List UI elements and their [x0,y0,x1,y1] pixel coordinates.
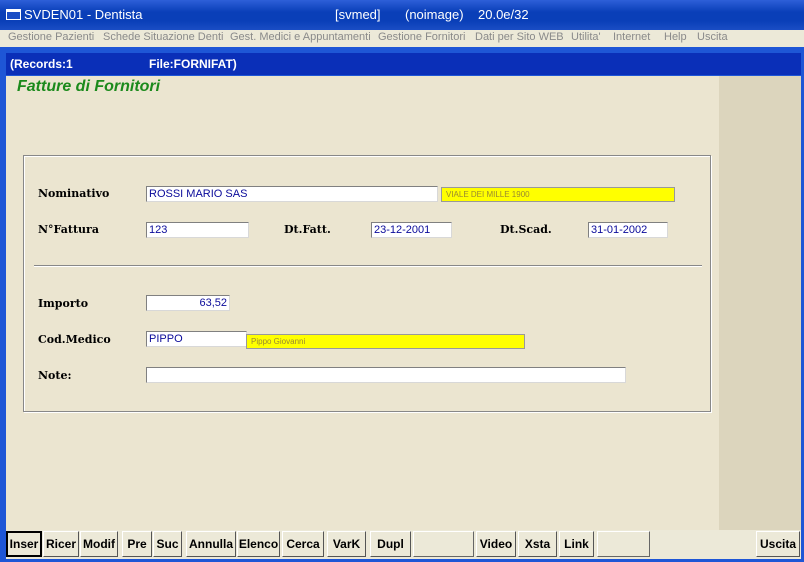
note-field[interactable] [146,367,626,383]
elenco-button[interactable]: Elenco [237,531,280,557]
menu-schede-situazione-denti[interactable]: Schede Situazione Denti [103,31,223,43]
cerca-button[interactable]: Cerca [282,531,324,557]
menu-bar: Gestione Pazienti Schede Situazione Dent… [0,30,804,47]
importo-label: Importo [38,297,89,310]
status-bar: (Records:1 File:FORNIFAT) [6,53,801,75]
nominativo-label: Nominativo [38,187,110,200]
dtfatt-label: Dt.Fatt. [284,223,331,236]
empty-button-1[interactable] [413,531,474,557]
menu-gestione-fornitori[interactable]: Gestione Fornitori [378,31,465,43]
title-bar: SVDEN01 - Dentista [svmed] (noimage) 20.… [0,0,804,30]
menu-uscita[interactable]: Uscita [697,31,728,43]
codmedico-field[interactable]: PIPPO [146,331,247,347]
importo-field[interactable]: 63,52 [146,295,230,311]
center-info: [svmed] [335,7,381,22]
version-info: 20.0e/32 [478,7,529,22]
dtscad-label: Dt.Scad. [500,223,552,236]
xsta-button[interactable]: Xsta [518,531,557,557]
indirizzo-field: VIALE DEI MILLE 1900 [441,187,675,202]
window-title: SVDEN01 - Dentista [24,7,143,22]
window-icon[interactable] [6,9,21,20]
uscita-button[interactable]: Uscita [756,531,800,557]
form-title: Fatture di Fornitori [17,78,161,95]
form-divider [34,265,702,267]
menu-internet[interactable]: Internet [613,31,650,43]
right-strip [719,76,801,530]
inser-button[interactable]: Inser [6,531,42,557]
menu-utilita[interactable]: Utilita' [571,31,601,43]
dupl-button[interactable]: Dupl [370,531,411,557]
vark-button[interactable]: VarK [327,531,366,557]
medico-nome-field: Pippo Giovanni [246,334,525,349]
file-name: File:FORNIFAT) [149,57,237,71]
menu-dati-sito-web[interactable]: Dati per Sito WEB [475,31,564,43]
video-button[interactable]: Video [476,531,516,557]
modif-button[interactable]: Modif [80,531,118,557]
nominativo-field[interactable]: ROSSI MARIO SAS [146,186,438,202]
image-info: (noimage) [405,7,464,22]
annulla-button[interactable]: Annulla [186,531,236,557]
codmedico-label: Cod.Medico [38,333,111,346]
ricer-button[interactable]: Ricer [43,531,79,557]
menu-gestione-pazienti[interactable]: Gestione Pazienti [8,31,94,43]
note-label: Note: [38,369,72,382]
empty-button-2[interactable] [597,531,650,557]
link-button[interactable]: Link [559,531,594,557]
nfattura-label: N°Fattura [38,223,99,236]
nfattura-field[interactable]: 123 [146,222,249,238]
dtscad-field[interactable]: 31-01-2002 [588,222,668,238]
records-count: (Records:1 [10,57,73,71]
menu-help[interactable]: Help [664,31,687,43]
pre-button[interactable]: Pre [122,531,152,557]
dtfatt-field[interactable]: 23-12-2001 [371,222,452,238]
menu-gest-medici-appuntamenti[interactable]: Gest. Medici e Appuntamenti [230,31,371,43]
suc-button[interactable]: Suc [153,531,182,557]
